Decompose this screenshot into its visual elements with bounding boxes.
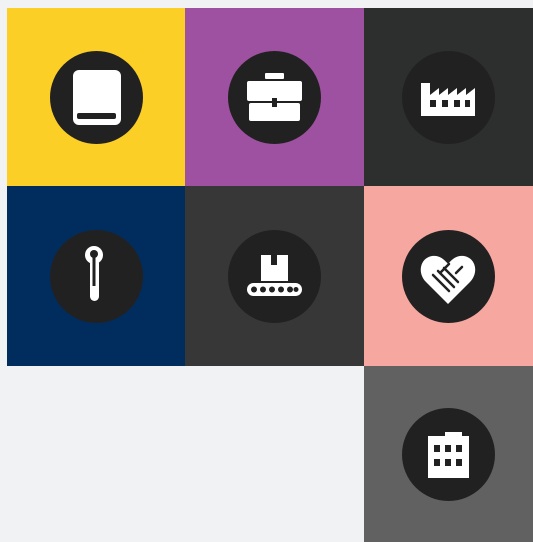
book-icon: [72, 69, 121, 125]
conveyor-icon-circle: [228, 229, 321, 323]
tile-conveyor[interactable]: [185, 186, 364, 366]
tile-book[interactable]: [7, 8, 185, 186]
tile-handshake[interactable]: [364, 186, 533, 366]
factory-icon: [421, 82, 475, 116]
building-icon-circle: [402, 407, 495, 501]
wrench-icon: [84, 245, 103, 301]
heart-handshake-icon: [420, 255, 476, 304]
tile-building[interactable]: [364, 366, 533, 542]
briefcase-icon: [247, 72, 302, 121]
tile-wrench[interactable]: [7, 186, 185, 366]
briefcase-icon-circle: [228, 50, 321, 144]
tile-briefcase[interactable]: [185, 8, 364, 186]
wrench-icon-circle: [49, 229, 143, 323]
tile-factory[interactable]: [364, 8, 533, 186]
conveyor-box-icon: [247, 254, 302, 296]
handshake-icon-circle: [402, 229, 495, 323]
factory-icon-circle: [402, 50, 495, 144]
office-building-icon: [428, 431, 469, 478]
book-icon-circle: [49, 50, 143, 144]
